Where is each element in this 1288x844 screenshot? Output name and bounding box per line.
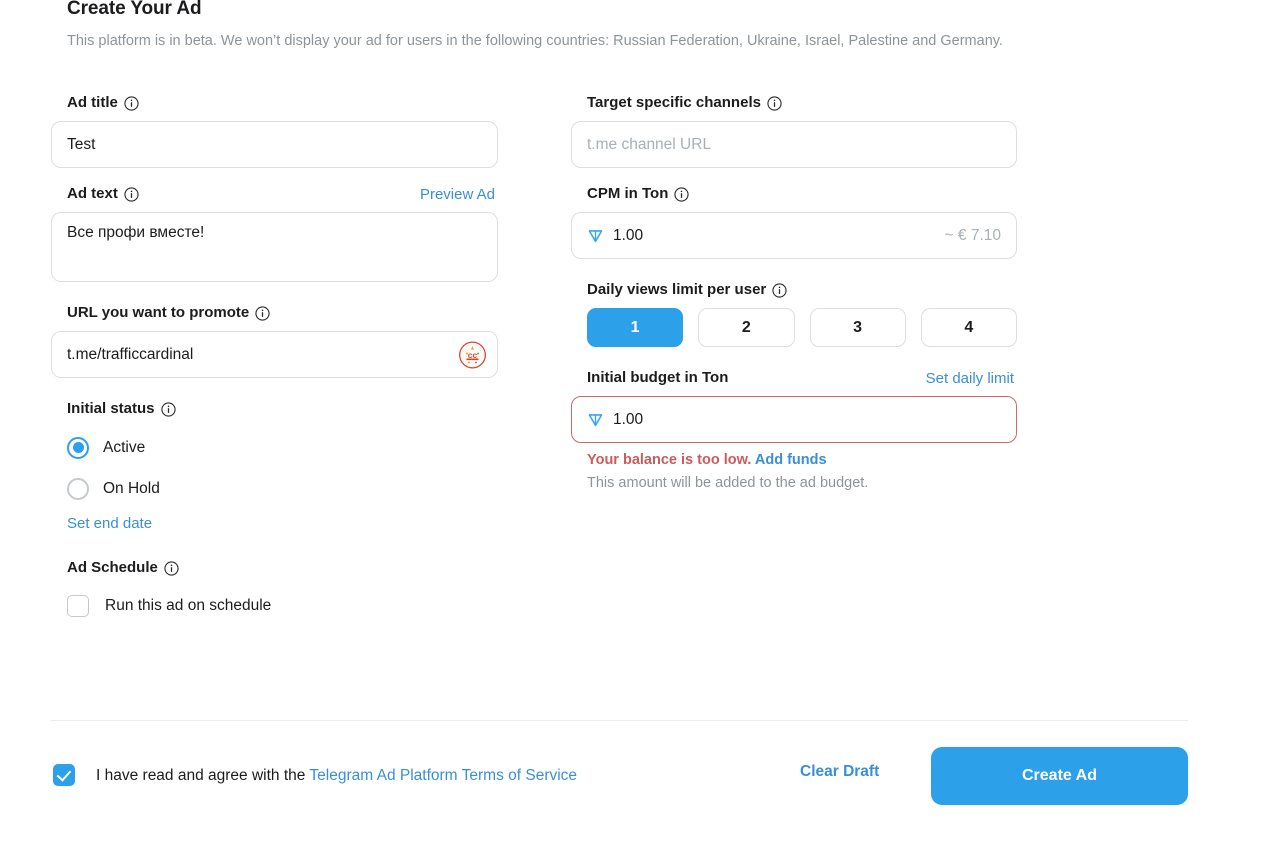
balance-error-text: Your balance is too low. [587, 452, 752, 468]
cpm-label: CPM in Ton [587, 185, 1017, 203]
ad-title-label: Ad title [67, 94, 498, 112]
page-title: Create Your Ad [67, 0, 202, 19]
url-value: t.me/trafficcardinal [67, 345, 194, 363]
info-icon[interactable] [164, 560, 179, 576]
target-channels-label-text: Target specific channels [587, 94, 761, 111]
ton-icon [587, 411, 604, 428]
initial-budget-label-text: Initial budget in Ton [587, 369, 729, 386]
daily-views-option-3[interactable]: 3 [809, 308, 906, 347]
radio-active-label: Active [103, 438, 146, 456]
left-column: Ad title Test Ad text Preview Ad Все про… [51, 94, 498, 626]
info-icon[interactable] [767, 95, 782, 111]
info-icon[interactable] [772, 282, 787, 298]
daily-views-option-4[interactable]: 4 [920, 308, 1017, 347]
clear-draft-button[interactable]: Clear Draft [800, 763, 879, 781]
info-icon[interactable] [255, 305, 270, 321]
cpm-value: 1.00 [613, 226, 644, 244]
terms-agreement-checkbox[interactable] [53, 764, 75, 786]
terms-agreement-row[interactable]: I have read and agree with the Telegram … [53, 762, 633, 789]
daily-views-segmented-control: 1 2 3 4 [587, 308, 1017, 347]
target-channels-input[interactable]: t.me channel URL [571, 121, 1017, 168]
ad-text-label-row: Ad text Preview Ad [51, 185, 498, 203]
ad-title-value: Test [67, 135, 96, 153]
create-ad-button[interactable]: Create Ad [931, 747, 1188, 805]
daily-views-label-text: Daily views limit per user [587, 281, 767, 298]
balance-error-message: Your balance is too low. Add funds [587, 452, 1017, 468]
terms-agreement-prefix: I have read and agree with the [96, 767, 310, 784]
radio-on-hold-indicator [67, 477, 89, 500]
set-daily-limit-link[interactable]: Set daily limit [926, 370, 1014, 387]
preview-ad-link[interactable]: Preview Ad [420, 186, 495, 203]
radio-on-hold-label: On Hold [103, 479, 160, 497]
radio-active-indicator [67, 436, 89, 459]
terms-of-service-link[interactable]: Telegram Ad Platform Terms of Service [309, 767, 577, 784]
ad-title-label-text: Ad title [67, 94, 118, 111]
info-icon[interactable] [124, 186, 139, 202]
daily-views-option-1[interactable]: 1 [587, 308, 684, 347]
ad-text-label-text: Ad text [67, 185, 118, 202]
initial-budget-hint: This amount will be added to the ad budg… [587, 475, 869, 491]
daily-views-label: Daily views limit per user [587, 281, 1017, 299]
footer-divider [51, 720, 1188, 721]
ad-text-label: Ad text [67, 185, 139, 203]
initial-status-label: Initial status [67, 400, 498, 418]
run-on-schedule-checkbox[interactable] [67, 595, 89, 617]
initial-status-label-text: Initial status [67, 400, 155, 417]
ad-title-input[interactable]: Test [51, 121, 498, 168]
info-icon[interactable] [674, 186, 689, 202]
info-icon[interactable] [124, 95, 139, 111]
ton-icon [587, 227, 604, 244]
target-channels-label: Target specific channels [587, 94, 1017, 112]
right-column: Target specific channels t.me channel UR… [571, 94, 1017, 491]
terms-agreement-text: I have read and agree with the Telegram … [96, 762, 577, 789]
run-on-schedule-checkbox-row[interactable]: Run this ad on schedule [67, 586, 498, 626]
create-ad-page: Create Your Ad This platform is in beta.… [0, 0, 1288, 844]
radio-option-on-hold[interactable]: On Hold [67, 468, 498, 509]
initial-budget-label: Initial budget in Ton [587, 369, 728, 387]
radio-option-active[interactable]: Active [67, 427, 498, 468]
url-label: URL you want to promote [67, 304, 498, 322]
ad-schedule-label: Ad Schedule [67, 559, 498, 577]
ad-schedule-label-text: Ad Schedule [67, 559, 158, 576]
cpm-converted-value: ~ € 7.10 [944, 226, 1001, 244]
target-channels-placeholder: t.me channel URL [587, 135, 712, 153]
beta-notice: This platform is in beta. We won’t displ… [67, 33, 1003, 49]
add-funds-link[interactable]: Add funds [755, 452, 827, 468]
cpm-label-text: CPM in Ton [587, 185, 669, 202]
url-label-text: URL you want to promote [67, 304, 250, 321]
initial-budget-value: 1.00 [613, 410, 644, 428]
cpm-input[interactable]: 1.00 ~ € 7.10 [571, 212, 1017, 259]
set-end-date-link[interactable]: Set end date [67, 515, 152, 532]
ad-text-textarea[interactable]: Все профи вместе! [51, 212, 498, 282]
daily-views-option-2[interactable]: 2 [698, 308, 795, 347]
initial-budget-input[interactable]: 1.00 [571, 396, 1017, 443]
channel-avatar-icon: cc [459, 341, 486, 368]
initial-budget-label-row: Initial budget in Ton Set daily limit [571, 369, 1017, 387]
info-icon[interactable] [160, 401, 176, 417]
ad-text-value: Все профи вместе! [67, 224, 205, 241]
run-on-schedule-label: Run this ad on schedule [105, 597, 272, 614]
url-input[interactable]: t.me/trafficcardinal cc [51, 331, 498, 378]
